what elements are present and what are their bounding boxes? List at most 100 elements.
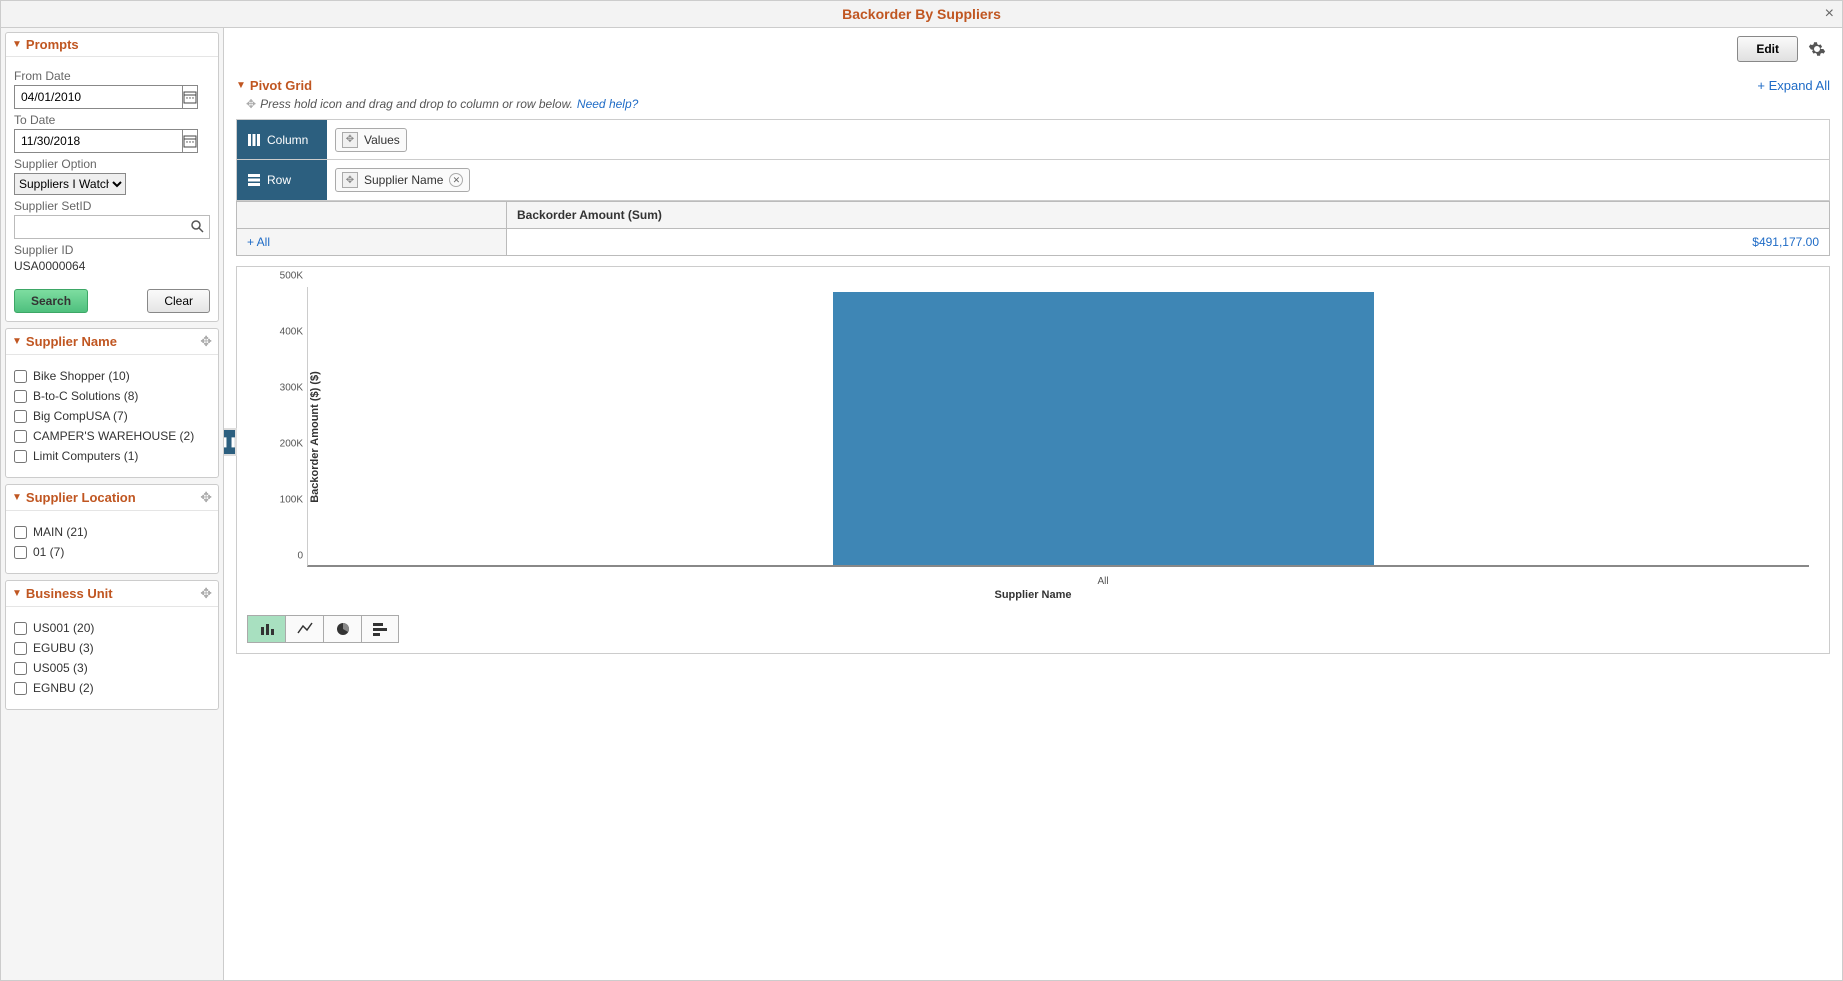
- facet-checkbox[interactable]: [14, 622, 27, 635]
- main-layout: ▼ Prompts From Date To Date: [0, 28, 1843, 981]
- drag-icon[interactable]: ✥: [200, 333, 212, 350]
- facet-checkbox[interactable]: [14, 682, 27, 695]
- gear-icon[interactable]: [1804, 36, 1830, 62]
- pivot-section: ▼ Pivot Grid + Expand All ✥ Press hold i…: [236, 78, 1830, 256]
- drag-icon[interactable]: ✥: [200, 489, 212, 506]
- business-unit-title: Business Unit: [26, 586, 200, 601]
- clear-button[interactable]: Clear: [147, 289, 210, 313]
- search-button[interactable]: Search: [14, 289, 88, 313]
- bar-chart-button[interactable]: [247, 615, 285, 643]
- drag-icon[interactable]: ✥: [200, 585, 212, 602]
- collapse-icon: ▼: [236, 80, 246, 91]
- to-date-input[interactable]: [14, 129, 182, 153]
- business-unit-facet: ▼ Business Unit ✥ US001 (20) EGUBU (3) U…: [5, 580, 219, 710]
- facet-checkbox[interactable]: [14, 390, 27, 403]
- supplier-name-header[interactable]: ▼ Supplier Name ✥: [6, 329, 218, 355]
- chart-container: Backorder Amount ($) ($) 0 100K 200K 300…: [236, 266, 1830, 654]
- facet-item[interactable]: Limit Computers (1): [14, 449, 210, 463]
- supplier-setid-input[interactable]: [14, 215, 210, 239]
- to-date-label: To Date: [14, 113, 210, 127]
- y-tick: 500K: [280, 271, 303, 282]
- facet-checkbox[interactable]: [14, 450, 27, 463]
- facet-item[interactable]: US001 (20): [14, 621, 210, 635]
- pivot-total-cell[interactable]: $491,177.00: [507, 229, 1830, 256]
- facet-label: CAMPER'S WAREHOUSE (2): [33, 429, 194, 443]
- pivot-table: Backorder Amount (Sum) + All $491,177.00: [236, 201, 1830, 256]
- y-tick: 100K: [280, 495, 303, 506]
- column-icon: [247, 133, 261, 147]
- facet-checkbox[interactable]: [14, 410, 27, 423]
- chart-area: Backorder Amount ($) ($) 0 100K 200K 300…: [307, 287, 1809, 587]
- facet-label: Big CompUSA (7): [33, 409, 128, 423]
- drag-handle-icon[interactable]: ✥: [342, 132, 358, 148]
- pivot-grid-title[interactable]: ▼ Pivot Grid: [236, 78, 312, 93]
- facet-item[interactable]: B-to-C Solutions (8): [14, 389, 210, 403]
- facet-item[interactable]: MAIN (21): [14, 525, 210, 539]
- chart-bar[interactable]: [833, 292, 1373, 565]
- remove-chip-icon[interactable]: ✕: [449, 173, 463, 187]
- supplier-location-header[interactable]: ▼ Supplier Location ✥: [6, 485, 218, 511]
- title-bar: Backorder By Suppliers ×: [0, 0, 1843, 28]
- line-chart-button[interactable]: [285, 615, 323, 643]
- pivot-row-all[interactable]: + All: [237, 229, 507, 256]
- row-icon: [247, 173, 261, 187]
- column-label: Column: [237, 120, 327, 159]
- pivot-layout: Column ✥ Values Row: [236, 119, 1830, 201]
- facet-label: B-to-C Solutions (8): [33, 389, 138, 403]
- supplier-id-value: USA0000064: [14, 259, 210, 273]
- y-ticks: 0 100K 200K 300K 400K 500K: [263, 287, 303, 567]
- facet-checkbox[interactable]: [14, 370, 27, 383]
- column-drop-row: Column ✥ Values: [237, 120, 1829, 160]
- supplier-name-chip[interactable]: ✥ Supplier Name ✕: [335, 168, 470, 192]
- collapse-icon: ▼: [12, 492, 22, 503]
- supplier-location-title: Supplier Location: [26, 490, 200, 505]
- supplier-location-facet: ▼ Supplier Location ✥ MAIN (21) 01 (7): [5, 484, 219, 574]
- collapse-icon: ▼: [12, 39, 22, 50]
- business-unit-header[interactable]: ▼ Business Unit ✥: [6, 581, 218, 607]
- collapse-icon: ▼: [12, 336, 22, 347]
- facet-label: EGNBU (2): [33, 681, 94, 695]
- horizontal-bar-button[interactable]: [361, 615, 399, 643]
- row-chip-zone[interactable]: ✥ Supplier Name ✕: [327, 168, 478, 192]
- facet-label: MAIN (21): [33, 525, 88, 539]
- supplier-option-select[interactable]: Suppliers I Watch: [14, 173, 126, 195]
- facet-checkbox[interactable]: [14, 642, 27, 655]
- need-help-link[interactable]: Need help?: [577, 97, 638, 111]
- facet-item[interactable]: US005 (3): [14, 661, 210, 675]
- facet-checkbox[interactable]: [14, 526, 27, 539]
- close-icon[interactable]: ×: [1825, 5, 1834, 23]
- facet-label: EGUBU (3): [33, 641, 94, 655]
- calendar-icon[interactable]: [182, 129, 198, 153]
- values-chip[interactable]: ✥ Values: [335, 128, 407, 152]
- facet-item[interactable]: EGUBU (3): [14, 641, 210, 655]
- prompts-header[interactable]: ▼ Prompts: [6, 33, 218, 57]
- column-chip-zone[interactable]: ✥ Values: [327, 128, 415, 152]
- edit-button[interactable]: Edit: [1737, 36, 1798, 62]
- pie-chart-button[interactable]: [323, 615, 361, 643]
- facet-item[interactable]: Big CompUSA (7): [14, 409, 210, 423]
- sidebar: ▼ Prompts From Date To Date: [1, 28, 224, 980]
- supplier-name-title: Supplier Name: [26, 334, 200, 349]
- from-date-input[interactable]: [14, 85, 182, 109]
- business-unit-body: US001 (20) EGUBU (3) US005 (3) EGNBU (2): [6, 607, 218, 709]
- prompts-panel: ▼ Prompts From Date To Date: [5, 32, 219, 322]
- facet-checkbox[interactable]: [14, 430, 27, 443]
- drag-handle-icon[interactable]: ✥: [342, 172, 358, 188]
- facet-item[interactable]: EGNBU (2): [14, 681, 210, 695]
- supplier-location-body: MAIN (21) 01 (7): [6, 511, 218, 573]
- facet-item[interactable]: 01 (7): [14, 545, 210, 559]
- supplier-name-facet: ▼ Supplier Name ✥ Bike Shopper (10) B-to…: [5, 328, 219, 478]
- expand-all-link[interactable]: + Expand All: [1757, 78, 1830, 93]
- y-tick: 0: [297, 551, 303, 562]
- y-tick: 300K: [280, 383, 303, 394]
- facet-item[interactable]: Bike Shopper (10): [14, 369, 210, 383]
- facet-checkbox[interactable]: [14, 546, 27, 559]
- supplier-id-label: Supplier ID: [14, 243, 210, 257]
- facet-label: Bike Shopper (10): [33, 369, 130, 383]
- search-icon[interactable]: [190, 219, 204, 236]
- x-tick: All: [1097, 576, 1108, 587]
- calendar-icon[interactable]: [182, 85, 198, 109]
- sidebar-collapse-handle[interactable]: ❚❚: [224, 428, 237, 456]
- facet-item[interactable]: CAMPER'S WAREHOUSE (2): [14, 429, 210, 443]
- facet-checkbox[interactable]: [14, 662, 27, 675]
